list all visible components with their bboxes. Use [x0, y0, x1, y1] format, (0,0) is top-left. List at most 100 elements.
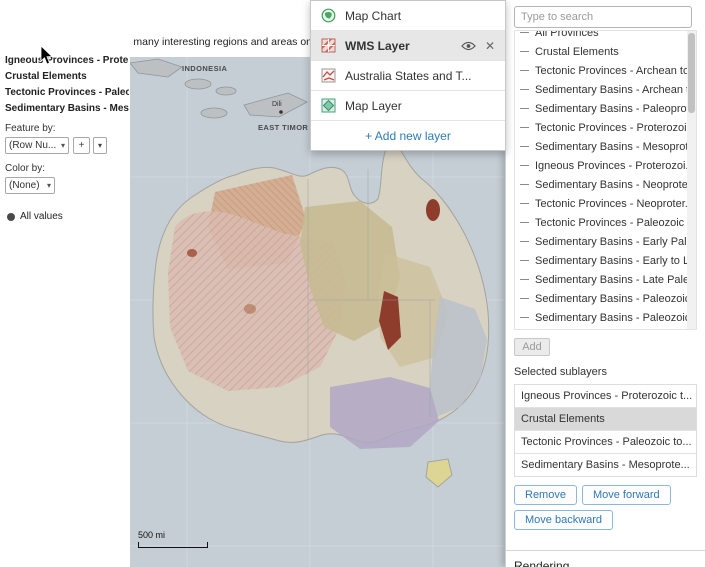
layer-settings-panel: All Provinces Crustal Elements Tectonic … — [505, 0, 705, 567]
move-forward-button[interactable]: Move forward — [582, 485, 671, 505]
legend-item-label: Tectonic Provinces - Paleo — [5, 87, 129, 98]
available-sublayer-item[interactable]: Sedimentary Basins - Late Pale... — [515, 270, 696, 289]
add-feature-button[interactable]: + — [73, 137, 90, 154]
legend-item[interactable]: Crustal Elements — [5, 69, 129, 85]
tree-dash-icon — [520, 51, 529, 52]
color-by-value: (None) — [9, 180, 40, 191]
layer-item-australia-states[interactable]: Australia States and T... — [311, 61, 505, 91]
selected-sublayer-label: Crustal Elements — [521, 413, 605, 425]
selected-sublayer-item[interactable]: Crustal Elements — [515, 408, 696, 431]
tree-dash-icon — [520, 70, 529, 71]
tree-dash-icon — [520, 317, 529, 318]
selected-sublayer-label: Tectonic Provinces - Paleozoic to... — [521, 436, 692, 448]
scrollbar-thumb[interactable] — [688, 33, 695, 113]
feature-options-dropdown[interactable]: ▾ — [93, 137, 107, 154]
east-timor-label: EAST TIMOR — [258, 123, 308, 132]
available-sublayer-item[interactable]: Sedimentary Basins - Neoprote... — [515, 175, 696, 194]
available-sublayer-item[interactable]: Sedimentary Basins - Mesoprot... — [515, 137, 696, 156]
tree-dash-icon — [520, 89, 529, 90]
tree-dash-icon — [520, 127, 529, 128]
tree-dash-icon — [520, 241, 529, 242]
available-sublayer-label: Sedimentary Basins - Neoprote... — [535, 179, 696, 191]
selected-sublayer-label: Igneous Provinces - Proterozoic t... — [521, 390, 692, 402]
wms-layer-icon — [321, 38, 336, 53]
all-values-label: All values — [20, 211, 63, 222]
layer-item-wms-layer[interactable]: WMS Layer ✕ — [311, 31, 505, 61]
available-sublayer-label: Sedimentary Basins - Archean t... — [535, 84, 696, 96]
available-sublayer-item[interactable]: Sedimentary Basins - Archean t... — [515, 80, 696, 99]
sublayer-search-input[interactable] — [514, 6, 692, 28]
available-sublayer-label: Tectonic Provinces - Neoproter... — [535, 198, 694, 210]
tree-dash-icon — [520, 260, 529, 261]
available-sublayers-list: All Provinces Crustal Elements Tectonic … — [515, 30, 696, 327]
chevron-down-icon: ▾ — [44, 181, 51, 190]
layer-item-map-chart[interactable]: Map Chart — [311, 1, 505, 31]
available-sublayer-label: Igneous Provinces - Proterozoi... — [535, 160, 695, 172]
available-sublayer-item[interactable]: Crustal Elements — [515, 42, 696, 61]
legend-item[interactable]: Igneous Provinces - Proter — [5, 53, 129, 69]
remove-button[interactable]: Remove — [514, 485, 577, 505]
color-by-selector[interactable]: (None) ▾ — [5, 177, 55, 194]
tree-dash-icon — [520, 203, 529, 204]
indonesia-label: INDONESIA — [182, 64, 227, 73]
available-sublayer-item[interactable]: Tectonic Provinces - Proterozoic — [515, 118, 696, 137]
available-sublayer-label: Sedimentary Basins - Paleoprot... — [535, 103, 696, 115]
available-sublayer-label: Crustal Elements — [535, 46, 619, 58]
available-sublayer-item[interactable]: Sedimentary Basins - Paleozoic... — [515, 289, 696, 308]
map-chart-application: INDONESIA Dili EAST TIMOR 500 mi Austral… — [0, 0, 705, 567]
available-sublayer-item[interactable]: Sedimentary Basins - Paleoprot... — [515, 99, 696, 118]
add-new-layer-link[interactable]: + Add new layer — [311, 121, 505, 150]
globe-icon — [321, 8, 336, 23]
list-scrollbar[interactable] — [687, 31, 696, 329]
eye-icon[interactable] — [461, 41, 476, 51]
selected-sublayers-list: Igneous Provinces - Proterozoic t... Cru… — [514, 384, 697, 477]
selected-sublayer-item[interactable]: Igneous Provinces - Proterozoic t... — [515, 385, 696, 408]
tree-dash-icon — [520, 32, 529, 33]
scale-label: 500 mi — [138, 530, 165, 540]
available-sublayer-item[interactable]: Igneous Provinces - Proterozoi... — [515, 156, 696, 175]
tree-dash-icon — [520, 184, 529, 185]
legend-item-label: Crustal Elements — [5, 71, 87, 82]
available-sublayer-label: Tectonic Provinces - Proterozoic — [535, 122, 692, 134]
feature-layer-icon — [321, 68, 336, 83]
available-sublayer-item[interactable]: Tectonic Provinces - Paleozoic t... — [515, 213, 696, 232]
available-sublayer-label: Sedimentary Basins - Early to L... — [535, 255, 696, 267]
available-sublayer-item[interactable]: Tectonic Provinces - Archean to... — [515, 61, 696, 80]
scale-bar — [138, 542, 208, 548]
legend-panel: Igneous Provinces - Proter Crustal Eleme… — [0, 0, 130, 567]
close-icon[interactable]: ✕ — [485, 40, 495, 52]
selected-sublayers-label: Selected sublayers — [514, 366, 705, 378]
available-sublayer-label: Tectonic Provinces - Paleozoic t... — [535, 217, 696, 229]
all-values-row[interactable]: All values — [7, 211, 63, 222]
feature-by-label: Feature by: — [5, 123, 56, 134]
tile-layer-icon — [321, 98, 336, 113]
selected-sublayer-label: Sedimentary Basins - Mesoprote... — [521, 459, 690, 471]
available-sublayer-label: Sedimentary Basins - Late Pale... — [535, 274, 696, 286]
layer-item-map-layer[interactable]: Map Layer — [311, 91, 505, 121]
legend-items: Igneous Provinces - Proter Crustal Eleme… — [5, 53, 129, 117]
available-sublayer-label: All Provinces — [535, 30, 599, 39]
feature-by-value: (Row Nu... — [9, 140, 56, 151]
selected-sublayer-item[interactable]: Sedimentary Basins - Mesoprote... — [515, 454, 696, 476]
selected-sublayer-item[interactable]: Tectonic Provinces - Paleozoic to... — [515, 431, 696, 454]
available-sublayer-item[interactable]: Sedimentary Basins - Paleozoic... — [515, 308, 696, 327]
available-sublayer-item[interactable]: All Provinces — [515, 30, 696, 42]
tree-dash-icon — [520, 165, 529, 166]
tree-dash-icon — [520, 298, 529, 299]
layer-label: WMS Layer — [345, 39, 410, 53]
rendering-section-header[interactable]: Rendering — [506, 551, 705, 567]
layer-label: Map Chart — [345, 9, 401, 23]
available-sublayer-label: Tectonic Provinces - Archean to... — [535, 65, 696, 77]
add-sublayer-button[interactable]: Add — [514, 338, 550, 356]
layer-label: Map Layer — [345, 99, 402, 113]
legend-item[interactable]: Sedimentary Basins - Meso — [5, 101, 129, 117]
available-sublayer-item[interactable]: Sedimentary Basins - Early to L... — [515, 251, 696, 270]
available-sublayer-item[interactable]: Sedimentary Basins - Early Pal... — [515, 232, 696, 251]
move-backward-button[interactable]: Move backward — [514, 510, 613, 530]
sublayer-action-buttons: Remove Move forward Move backward — [514, 485, 694, 530]
feature-by-selector[interactable]: (Row Nu... ▾ — [5, 137, 69, 154]
layer-label: Australia States and T... — [345, 69, 472, 83]
tree-dash-icon — [520, 222, 529, 223]
available-sublayer-item[interactable]: Tectonic Provinces - Neoproter... — [515, 194, 696, 213]
legend-item[interactable]: Tectonic Provinces - Paleo — [5, 85, 129, 101]
